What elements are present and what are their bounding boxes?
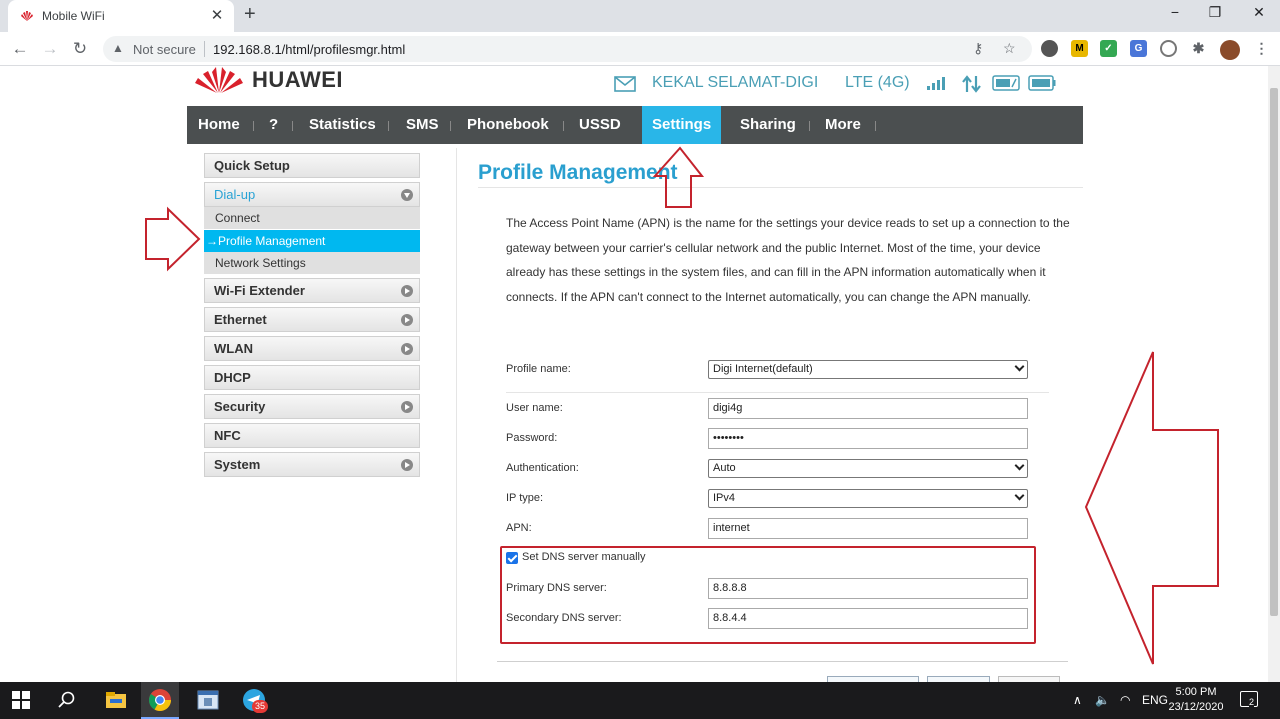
menu-icon[interactable]: ⋮ — [1253, 40, 1270, 57]
minimize-button[interactable]: − — [1160, 4, 1190, 20]
clock-date: 23/12/2020 — [1168, 701, 1224, 713]
url-divider — [204, 41, 205, 57]
tab-title: Mobile WiFi — [42, 9, 105, 23]
page-scrollbar[interactable] — [1268, 66, 1280, 682]
profile-avatar[interactable] — [1220, 40, 1240, 60]
extensions-puzzle-icon[interactable]: ✱ — [1190, 40, 1207, 57]
key-icon[interactable]: ⚷ — [973, 40, 983, 57]
warning-icon: ▲ — [112, 41, 124, 55]
extension-icon-circle[interactable] — [1160, 40, 1177, 57]
app-window-icon[interactable] — [196, 688, 220, 712]
close-window-button[interactable]: ✕ — [1244, 4, 1274, 21]
arrow-right-annotation-icon — [145, 206, 201, 272]
windows-taskbar: 35 ∧ 🔈 ◠ ENG 5:00 PM 23/12/2020 2 — [0, 682, 1280, 719]
tab-close-icon[interactable]: ✕ — [208, 6, 226, 24]
chrome-icon — [149, 689, 171, 711]
file-explorer-icon[interactable] — [104, 688, 128, 712]
tab-mobile-wifi[interactable]: Mobile WiFi ✕ — [8, 0, 234, 32]
wifi-icon[interactable]: ◠ — [1120, 693, 1130, 707]
big-arrow-left-annotation-icon — [1084, 351, 1219, 665]
chevron-up-icon[interactable]: ∧ — [1073, 693, 1082, 707]
annotation-arrows — [145, 146, 1219, 665]
router-page: HUAWEI KEKAL SELAMAT-DIGI LTE (4G) Home … — [0, 66, 1268, 682]
not-secure-label: Not secure — [133, 42, 196, 57]
windows-start-icon[interactable] — [12, 691, 30, 709]
restore-button[interactable]: ❐ — [1200, 4, 1230, 21]
extension-icon-m[interactable]: M — [1071, 40, 1088, 57]
search-icon[interactable] — [58, 691, 76, 709]
taskbar-clock[interactable]: 5:00 PM 23/12/2020 — [1164, 685, 1228, 715]
chrome-taskbar-button[interactable] — [141, 682, 179, 719]
volume-icon[interactable]: 🔈 — [1095, 693, 1110, 707]
browser-toolbar: ← → ↻ ▲ Not secure 192.168.8.1/html/prof… — [0, 32, 1280, 66]
extension-icon-check[interactable]: ✓ — [1100, 40, 1117, 57]
notification-center-icon[interactable]: 2 — [1240, 691, 1258, 707]
huawei-favicon-icon — [21, 11, 33, 21]
translate-extension-icon[interactable]: G — [1130, 40, 1147, 57]
back-icon[interactable]: ← — [10, 39, 30, 59]
forward-icon[interactable]: → — [40, 39, 60, 59]
telegram-taskbar-button[interactable]: 35 — [242, 688, 269, 713]
address-bar[interactable]: ▲ Not secure 192.168.8.1/html/profilesmg… — [103, 36, 1032, 62]
unread-badge: 35 — [252, 700, 269, 713]
notification-count: 2 — [1249, 697, 1255, 707]
extension-icon-1[interactable] — [1041, 40, 1058, 57]
url-text[interactable]: 192.168.8.1/html/profilesmgr.html — [213, 42, 405, 57]
scrollbar-thumb[interactable] — [1270, 88, 1278, 616]
arrow-up-annotation-icon — [652, 146, 705, 208]
bookmark-star-icon[interactable]: ☆ — [1003, 40, 1016, 57]
reload-icon[interactable]: ↻ — [70, 39, 90, 59]
tab-strip: Mobile WiFi ✕ + − ❐ ✕ — [0, 0, 1280, 32]
clock-time: 5:00 PM — [1175, 686, 1217, 698]
new-tab-button[interactable]: + — [244, 3, 256, 26]
